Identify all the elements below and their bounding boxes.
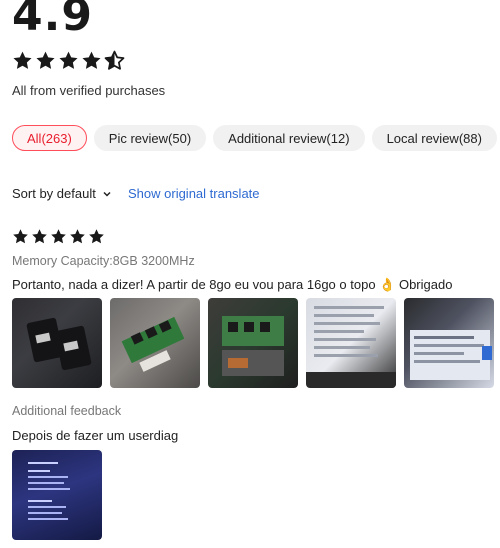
additional-feedback-text: Depois de fazer um userdiag <box>12 428 179 443</box>
filter-chip-all[interactable]: All(263) <box>12 125 87 151</box>
ram-modules-photo-icon <box>26 317 92 371</box>
rating-value: 4.9 <box>12 0 93 41</box>
half-star-icon <box>104 50 125 70</box>
star-icon <box>13 229 28 244</box>
star-icon <box>89 229 104 244</box>
star-icon <box>32 229 47 244</box>
chevron-down-icon <box>103 191 111 197</box>
sort-label: Sort by default <box>12 186 96 201</box>
star-icon <box>36 51 55 69</box>
review-photo[interactable] <box>208 298 298 388</box>
screen-photo-icon <box>306 306 396 388</box>
review-photo[interactable] <box>404 298 494 388</box>
review-text: Portanto, nada a dizer! A partir de 8go … <box>12 277 453 292</box>
filter-chip-additional-review[interactable]: Additional review(12) <box>213 125 365 151</box>
diagnostic-screen-photo-icon <box>28 462 70 520</box>
additional-feedback-photo[interactable] <box>12 450 102 540</box>
star-icon <box>70 229 85 244</box>
show-original-translate-link[interactable]: Show original translate <box>128 186 260 201</box>
review-photo[interactable] <box>110 298 200 388</box>
star-icon <box>51 229 66 244</box>
additional-feedback-label: Additional feedback <box>12 404 122 418</box>
review-filter-bar: All(263) Pic review(50) Additional revie… <box>12 125 497 151</box>
review-stars <box>12 228 105 245</box>
ram-stick-photo-icon <box>121 316 185 372</box>
rating-stars <box>12 50 125 71</box>
review-photo-strip <box>12 298 494 388</box>
review-photo[interactable] <box>306 298 396 388</box>
review-photo[interactable] <box>12 298 102 388</box>
sort-dropdown[interactable]: Sort by default <box>12 186 112 201</box>
filter-chip-pic-review[interactable]: Pic review(50) <box>93 125 207 151</box>
product-spec: Memory Capacity:8GB 3200MHz <box>12 254 195 268</box>
verified-purchases-note: All from verified purchases <box>12 83 166 98</box>
installed-ram-photo-icon <box>222 316 284 376</box>
star-icon <box>82 51 101 69</box>
star-icon <box>59 51 78 69</box>
laptop-screen-photo-icon <box>410 330 492 380</box>
filter-chip-local-review[interactable]: Local review(88) <box>371 125 497 151</box>
star-icon <box>13 51 32 69</box>
